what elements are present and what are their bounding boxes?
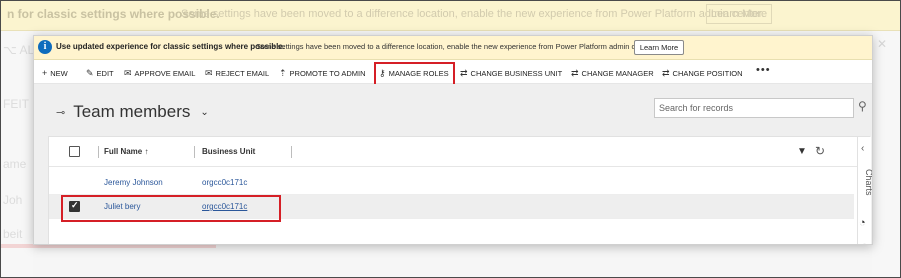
select-all-checkbox[interactable] [69, 146, 80, 157]
background-banner: n for classic settings where possible. S… [1, 1, 900, 31]
more-commands-icon[interactable]: ••• [756, 64, 771, 76]
change-position-button[interactable]: ⇄ CHANGE POSITION [662, 66, 743, 80]
manage-roles-icon: ⚷ [379, 68, 386, 78]
divider: - [863, 239, 866, 245]
background-ghost-text: ame [3, 157, 27, 171]
change-business-unit-icon: ⇄ [460, 68, 468, 78]
full-name-link[interactable]: Jeremy Johnson [104, 178, 163, 187]
plus-icon: + [42, 68, 48, 78]
change-position-icon: ⇄ [662, 68, 670, 78]
column-header-business-unit[interactable]: Business Unit [202, 147, 255, 156]
change-business-unit-label: CHANGE BUSINESS UNIT [470, 68, 563, 78]
new-label: NEW [50, 68, 68, 78]
business-unit-link[interactable]: orgcc0c171c [202, 178, 247, 187]
change-manager-label: CHANGE MANAGER [581, 68, 654, 78]
info-icon: i [38, 40, 52, 54]
full-name-link[interactable]: Juliet bery [104, 202, 140, 211]
charts-label[interactable]: Charts [864, 169, 872, 199]
background-left: ⌥ AL FEIT ame Joh beit [1, 31, 35, 277]
column-header-full-name[interactable]: Full Name ↑ [104, 147, 148, 156]
reject-email-button[interactable]: ✉ REJECT EMAIL [205, 66, 269, 80]
command-bar: + NEW ✎ EDIT ✉ APPROVE EMAIL ✉ REJECT EM… [34, 60, 872, 84]
message-bold-text: Use updated experience for classic setti… [56, 42, 285, 51]
background-close-icon: ✕ [877, 37, 888, 51]
charts-panel: ‹ Charts ◔ - [857, 137, 872, 245]
background-ghost-text: beit [3, 227, 23, 241]
change-position-label: CHANGE POSITION [672, 68, 743, 78]
business-unit-link[interactable]: orgcc0c171c [202, 202, 247, 211]
pencil-icon: ✎ [86, 68, 94, 78]
change-manager-icon: ⇄ [571, 68, 579, 78]
team-members-dialog: i Use updated experience for classic set… [33, 35, 873, 245]
edit-label: EDIT [96, 68, 114, 78]
refresh-icon[interactable]: ↻ [815, 144, 825, 158]
new-button[interactable]: + NEW [42, 66, 68, 80]
background-banner-text: Some settings have been moved to a diffe… [181, 8, 765, 20]
approve-email-button[interactable]: ✉ APPROVE EMAIL [124, 66, 195, 80]
approve-email-label: APPROVE EMAIL [134, 68, 196, 78]
manage-roles-label: MANAGE ROLES [388, 68, 449, 78]
view-selector[interactable]: ⊸ Team members ⌄ [56, 102, 209, 122]
column-separator [291, 146, 292, 158]
reject-email-label: REJECT EMAIL [215, 68, 270, 78]
background-ghost-text: FEIT [3, 97, 29, 111]
message-text: Some settings have been moved to a diffe… [256, 42, 655, 51]
table-row[interactable]: Juliet bery orgcc0c171c [49, 195, 854, 219]
grid-header: Full Name ↑ Business Unit ▼ ↻ [49, 137, 871, 167]
background-ghost-text: ⌥ AL [3, 43, 35, 57]
promote-to-admin-label: PROMOTE TO ADMIN [289, 68, 366, 78]
chevron-down-icon: ⌄ [200, 106, 209, 118]
pin-icon: ⊸ [56, 106, 66, 119]
message-bar: i Use updated experience for classic set… [34, 36, 872, 60]
column-separator [194, 146, 195, 158]
approve-email-icon: ✉ [124, 68, 132, 78]
records-grid: Full Name ↑ Business Unit ▼ ↻ Jeremy Joh… [48, 136, 872, 245]
view-title: Team members [73, 102, 191, 121]
change-business-unit-button[interactable]: ⇄ CHANGE BUSINESS UNIT [460, 66, 562, 80]
edit-button[interactable]: ✎ EDIT [86, 66, 114, 80]
background-ghost-text: Joh [3, 193, 23, 207]
search-input[interactable]: Search for records [654, 98, 854, 118]
table-row[interactable]: Jeremy Johnson orgcc0c171c [49, 171, 854, 195]
learn-more-button[interactable]: Learn More [634, 40, 684, 55]
chevron-left-icon[interactable]: ‹ [861, 143, 864, 154]
row-checkbox[interactable] [69, 200, 80, 212]
promote-icon: ⇡ [279, 68, 287, 78]
screenshot-frame: n for classic settings where possible. S… [0, 0, 901, 278]
search-icon[interactable]: ⚲ [858, 99, 867, 113]
change-manager-button[interactable]: ⇄ CHANGE MANAGER [571, 66, 654, 80]
chart-icon[interactable]: ◔ [859, 217, 866, 229]
reject-email-icon: ✉ [205, 68, 213, 78]
background-right [872, 31, 900, 277]
background-learn-more: Learn More [706, 4, 772, 24]
column-separator [98, 146, 99, 158]
promote-to-admin-button[interactable]: ⇡ PROMOTE TO ADMIN [279, 66, 366, 80]
manage-roles-button[interactable]: ⚷ MANAGE ROLES [379, 66, 449, 80]
filter-icon[interactable]: ▼ [797, 146, 807, 157]
